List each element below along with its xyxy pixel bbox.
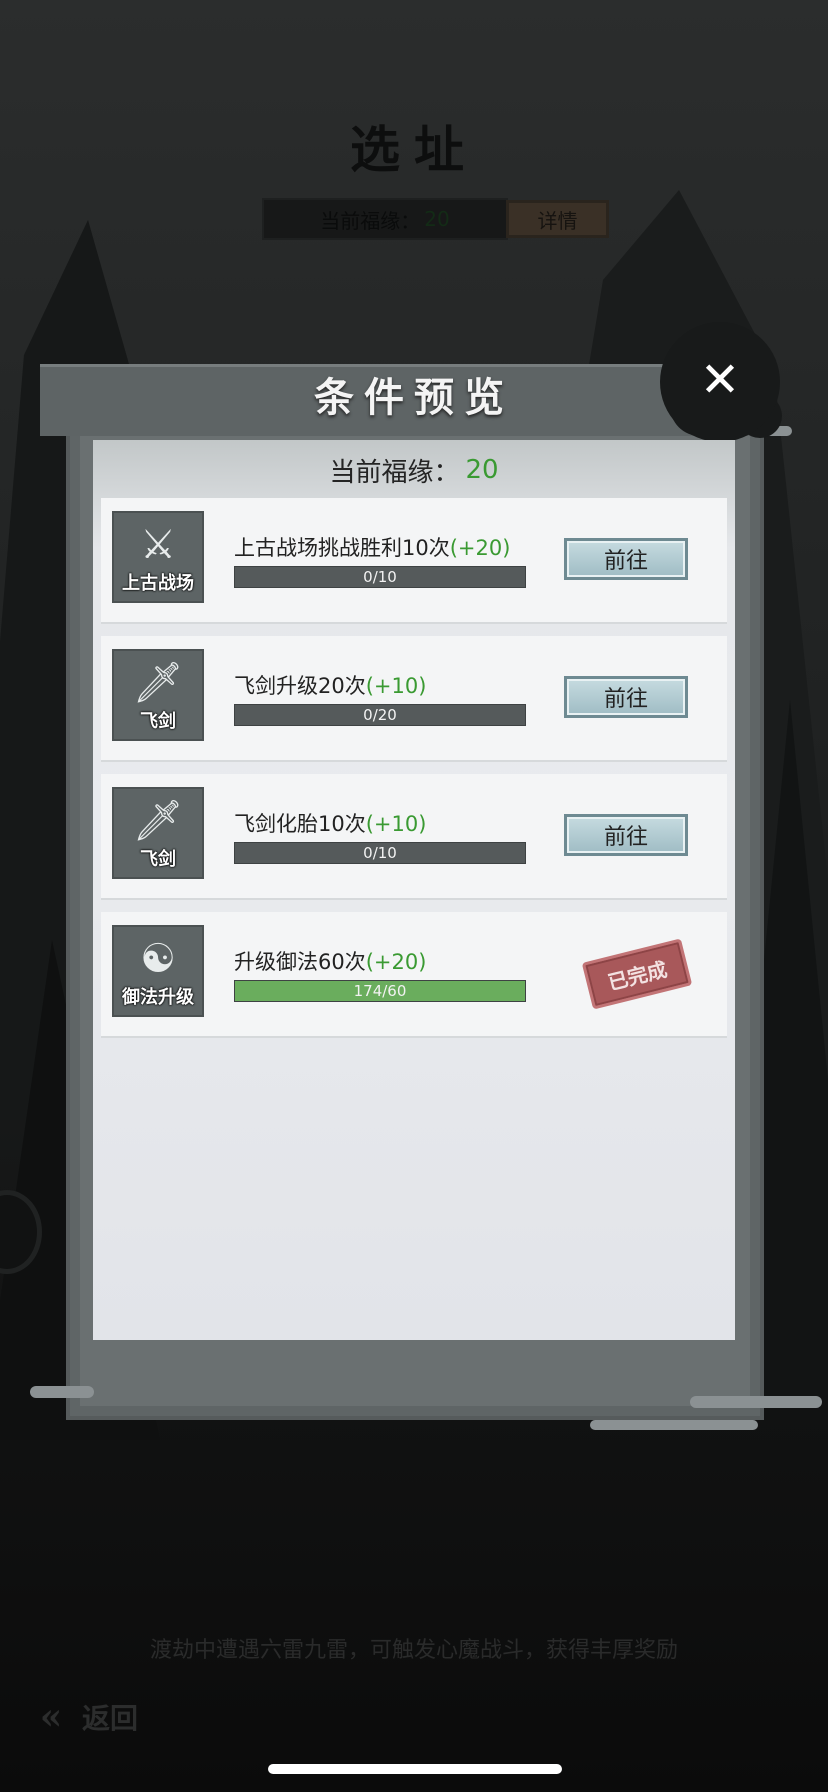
progress-bar: 0/10 — [234, 566, 526, 588]
task-reward: (+20) — [449, 536, 511, 560]
task-icon-label: 飞剑 — [140, 711, 176, 732]
progress-text: 174/60 — [353, 982, 407, 1000]
fortune-value: 20 — [424, 207, 450, 231]
task-title: 飞剑升级20次(+10) — [234, 670, 426, 700]
close-icon: ✕ — [699, 352, 741, 408]
progress-text: 0/10 — [363, 568, 397, 586]
task-icon-label: 飞剑 — [140, 849, 176, 870]
completed-stamp: 已完成 — [581, 938, 693, 1010]
go-button[interactable]: 前往 — [564, 814, 688, 856]
task-icon-label: 上古战场 — [122, 573, 194, 594]
progress-bar: 174/60 — [234, 980, 526, 1002]
home-indicator — [268, 1764, 562, 1774]
task-icon-badge: ⚔ 上古战场 — [112, 511, 204, 603]
task-title: 飞剑化胎10次(+10) — [234, 808, 426, 838]
current-fortune-label: 当前福缘： — [329, 457, 460, 488]
task-title: 上古战场挑战胜利10次(+20) — [234, 532, 510, 562]
page-title: 选址 — [350, 120, 478, 179]
hint-text: 渡劫中遭遇六雷九雷，可触发心魔战斗，获得丰厚奖励 — [149, 1638, 678, 1663]
task-title-text: 升级御法60次 — [234, 950, 366, 974]
crossed-swords-icon: ⚔ — [140, 522, 176, 568]
task-title-text: 飞剑化胎10次 — [234, 812, 366, 836]
task-card: 🗡 飞剑 飞剑升级20次(+10) 0/20 前往 — [101, 636, 727, 762]
task-icon-badge: 🗡 飞剑 — [112, 649, 204, 741]
yin-yang-icon: ☯ — [140, 936, 176, 982]
task-icon-badge: 🗡 飞剑 — [112, 787, 204, 879]
task-reward: (+10) — [365, 812, 427, 836]
back-label: 返回 — [82, 1702, 139, 1735]
current-fortune-value: 20 — [465, 455, 499, 485]
task-reward: (+10) — [365, 674, 427, 698]
flying-sword-icon: 🗡 — [132, 798, 184, 844]
back-arrow-icon: « — [39, 1696, 63, 1738]
fortune-bar: 当前福缘： 20 — [262, 198, 508, 240]
progress-bar: 0/20 — [234, 704, 526, 726]
progress-text: 0/20 — [363, 706, 397, 724]
task-title-text: 飞剑升级20次 — [234, 674, 366, 698]
task-icon-label: 御法升级 — [122, 987, 194, 1008]
task-card: ☯ 御法升级 升级御法60次(+20) 174/60 已完成 — [101, 912, 727, 1038]
go-button[interactable]: 前往 — [564, 538, 688, 580]
task-card: ⚔ 上古战场 上古战场挑战胜利10次(+20) 0/10 前往 — [101, 498, 727, 624]
flying-sword-icon: 🗡 — [132, 660, 184, 706]
back-button[interactable]: « 返回 — [26, 1696, 138, 1738]
scroll-decoration — [590, 1420, 758, 1430]
progress-bar: 0/10 — [234, 842, 526, 864]
task-title: 升级御法60次(+20) — [234, 946, 426, 976]
task-card: 🗡 飞剑 飞剑化胎10次(+10) 0/10 前往 — [101, 774, 727, 900]
fortune-label: 当前福缘： — [320, 208, 421, 233]
scroll-decoration — [690, 1396, 822, 1408]
close-button[interactable]: ✕ — [694, 354, 746, 406]
task-icon-badge: ☯ 御法升级 — [112, 925, 204, 1017]
modal-content: 当前福缘： 20 ⚔ 上古战场 上古战场挑战胜利10次(+20) 0/10 前往… — [93, 440, 735, 1340]
current-fortune: 当前福缘： 20 — [93, 440, 735, 500]
go-button[interactable]: 前往 — [564, 676, 688, 718]
task-title-text: 上古战场挑战胜利10次 — [234, 536, 450, 560]
scroll-decoration — [30, 1386, 94, 1398]
task-reward: (+20) — [365, 950, 427, 974]
details-button[interactable]: 详情 — [506, 200, 609, 238]
progress-text: 0/10 — [363, 844, 397, 862]
